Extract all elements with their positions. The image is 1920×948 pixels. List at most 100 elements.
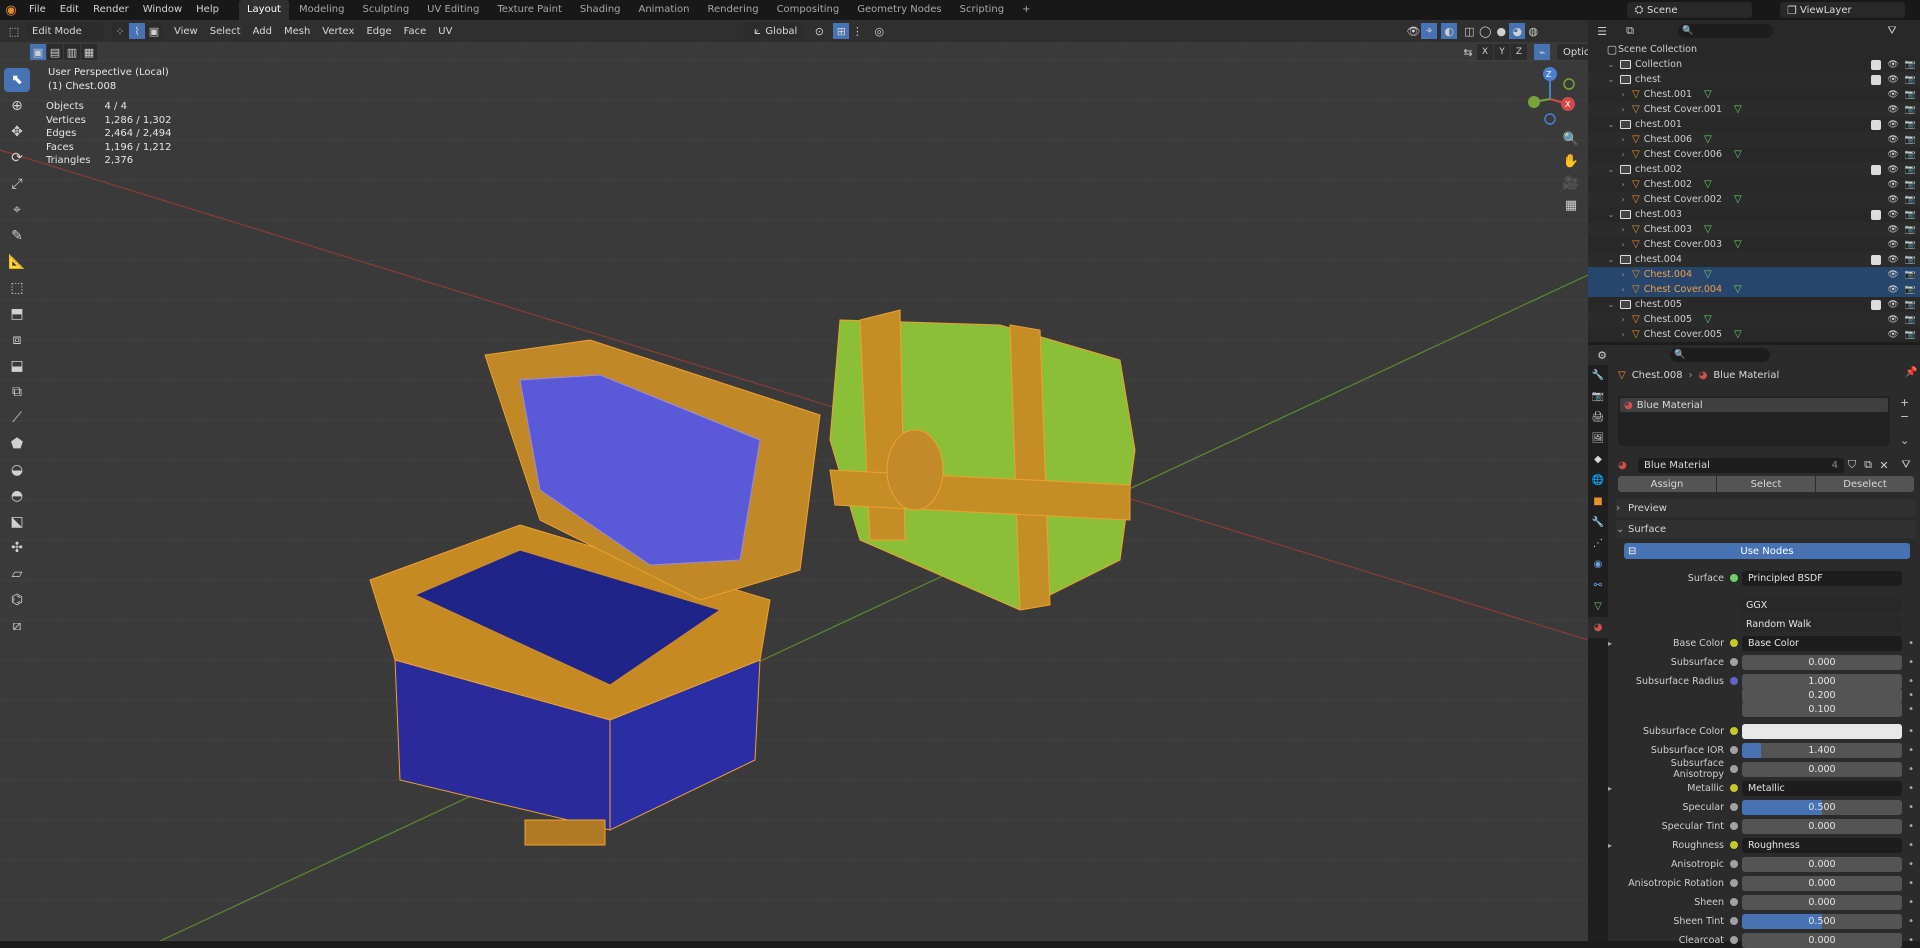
ortho-grid-icon[interactable]: ▦ (1560, 194, 1582, 216)
keyframe-icon[interactable]: • (1908, 840, 1914, 851)
loop-cut-tool[interactable]: ⧉ (4, 380, 30, 404)
chevron-right-icon[interactable]: › (1618, 330, 1628, 339)
mesh-data-icon[interactable]: ▽ (1704, 269, 1712, 280)
camera-icon[interactable]: 📷 (1905, 90, 1916, 100)
expand-icon[interactable]: ▸ (1608, 841, 1620, 850)
remove-slot-button[interactable]: − (1900, 410, 1914, 424)
navigation-gizmo[interactable]: Z X (1520, 64, 1590, 130)
number-slider[interactable]: 0.500 (1742, 799, 1902, 815)
material-tab-icon[interactable]: ◕ (1588, 617, 1608, 638)
keyframe-icon[interactable]: • (1908, 783, 1914, 794)
outliner-collection-row[interactable]: ⌄ chest.001 👁 📷 (1588, 117, 1920, 132)
camera-icon[interactable]: 📷 (1905, 165, 1916, 175)
select-extend-icon[interactable]: ▤ (47, 44, 63, 60)
cursor-tool[interactable]: ⊕ (4, 94, 30, 118)
camera-icon[interactable]: 📷 (1905, 105, 1916, 115)
outliner-object-row[interactable]: › ▽ Chest Cover.004 ▽ 👁 📷 (1588, 282, 1920, 297)
data-tab-icon[interactable]: ▽ (1588, 596, 1608, 617)
menu-file[interactable]: File (22, 0, 53, 20)
viewport-menu-edge[interactable]: Edge (360, 23, 397, 39)
outliner-collection-row[interactable]: ⌄ chest 👁 📷 (1588, 72, 1920, 87)
auto-merge-icon[interactable]: ⌁ (1534, 44, 1550, 60)
keyframe-icon[interactable]: • (1908, 704, 1914, 715)
eye-icon[interactable]: 👁 (1887, 135, 1898, 145)
outliner-collection-row[interactable]: ⌄ chest.003 👁 📷 (1588, 207, 1920, 222)
outliner-object-row[interactable]: › ▽ Chest Cover.005 ▽ 👁 📷 (1588, 327, 1920, 342)
mirror-x-button[interactable]: X (1477, 44, 1493, 60)
smooth-tool[interactable]: ◓ (4, 484, 30, 508)
number-slider[interactable]: 0.500 (1742, 913, 1902, 929)
vertex-select-icon[interactable]: ⁘ (112, 23, 128, 39)
surface-panel-header[interactable]: ⌄ Surface (1616, 520, 1916, 538)
chevron-right-icon[interactable]: › (1618, 225, 1628, 234)
viewport-menu-vertex[interactable]: Vertex (316, 23, 360, 39)
material-shading-icon[interactable]: ◕ (1509, 23, 1526, 39)
rip-tool[interactable]: ⌬ (4, 588, 30, 612)
eye-icon[interactable]: 👁 (1887, 150, 1898, 160)
camera-icon[interactable]: 📷 (1905, 270, 1916, 280)
viewport-menu-face[interactable]: Face (398, 23, 433, 39)
edge-select-icon[interactable]: ⌇ (129, 23, 145, 39)
number-slider[interactable]: 0.000 (1742, 875, 1902, 891)
scene-collection-row[interactable]: ▢ Scene Collection (1588, 42, 1920, 57)
editor-type-icon[interactable]: ⬚ (6, 23, 22, 39)
chevron-right-icon[interactable]: › (1618, 180, 1628, 189)
inset-tool[interactable]: ⧈ (4, 328, 30, 352)
workspace-tab-layout[interactable]: Layout (238, 0, 289, 20)
camera-icon[interactable]: 📷 (1905, 135, 1916, 145)
menu-help[interactable]: Help (189, 0, 226, 20)
add-slot-button[interactable]: + (1900, 396, 1914, 410)
number-slider[interactable]: 0.000 (1742, 654, 1902, 670)
eye-icon[interactable]: 👁 (1887, 285, 1898, 295)
camera-icon[interactable]: 📷 (1905, 330, 1916, 340)
duplicate-icon[interactable]: ⧉ (1860, 457, 1876, 473)
viewport-menu-uv[interactable]: UV (432, 23, 458, 39)
mesh-data-icon[interactable]: ▽ (1704, 224, 1712, 235)
select-new-icon[interactable]: ▣ (30, 44, 46, 60)
world-tab-icon[interactable]: 🌐 (1588, 470, 1608, 491)
proportional-edit-icon[interactable]: ◎ (871, 23, 887, 39)
pivot-icon[interactable]: ⊙ (811, 23, 827, 39)
exclude-checkbox[interactable] (1871, 59, 1882, 70)
eye-icon[interactable]: 👁 (1887, 120, 1898, 130)
add-cube-tool[interactable]: ⬚ (4, 276, 30, 300)
outliner-collection-row[interactable]: ⌄ chest.004 👁 📷 (1588, 252, 1920, 267)
keyframe-icon[interactable]: • (1908, 764, 1914, 775)
outliner-collection-row[interactable]: ⌄ chest.002 👁 📷 (1588, 162, 1920, 177)
chevron-right-icon[interactable]: › (1618, 105, 1628, 114)
exclude-checkbox[interactable] (1871, 74, 1882, 85)
outliner-object-row[interactable]: › ▽ Chest.004 ▽ 👁 📷 (1588, 267, 1920, 282)
unlink-icon[interactable]: ✕ (1876, 457, 1892, 473)
chevron-down-icon[interactable]: ⌄ (1606, 165, 1616, 174)
mirror-y-button[interactable]: Y (1494, 44, 1510, 60)
camera-icon[interactable]: 📷 (1905, 75, 1916, 85)
number-slider[interactable]: 0.000 (1742, 894, 1902, 910)
chevron-right-icon[interactable]: › (1618, 285, 1628, 294)
linked-input-field[interactable]: Roughness (1742, 837, 1902, 853)
measure-tool[interactable]: 📐 (4, 250, 30, 274)
camera-icon[interactable]: 📷 (1905, 300, 1916, 310)
preview-panel-header[interactable]: › Preview (1616, 499, 1916, 517)
camera-icon[interactable]: 📷 (1905, 195, 1916, 205)
rotate-tool[interactable]: ⟳ (4, 146, 30, 170)
pin-icon[interactable]: 📌 (1905, 367, 1917, 378)
menu-edit[interactable]: Edit (53, 0, 86, 20)
material-browse-icon[interactable]: ◕ (1618, 460, 1638, 471)
scale-tool[interactable]: ⤢ (4, 172, 30, 196)
editor-type-icon[interactable]: ☰ (1594, 23, 1610, 39)
camera-view-icon[interactable]: 🎥 (1560, 172, 1582, 194)
eye-icon[interactable]: 👁 (1887, 90, 1898, 100)
extrude-tool[interactable]: ⬒ (4, 302, 30, 326)
outliner-object-row[interactable]: › ▽ Chest.001 ▽ 👁 📷 (1588, 87, 1920, 102)
exclude-checkbox[interactable] (1871, 164, 1882, 175)
knife-tool[interactable]: ⟋ (4, 406, 30, 430)
snap-target-icon[interactable]: ⋮ (849, 23, 865, 39)
mesh-data-icon[interactable]: ▽ (1734, 149, 1742, 160)
mode-selector[interactable]: Edit Mode (26, 23, 104, 39)
link-type-icon[interactable]: ⛛ (1898, 457, 1914, 473)
outliner-collection-row[interactable]: ⌄ Collection 👁 📷 (1588, 57, 1920, 72)
shear-tool[interactable]: ⏥ (4, 562, 30, 586)
slot-menu-chevron-icon[interactable]: ⌄ (1900, 434, 1914, 448)
3d-viewport[interactable] (0, 20, 1588, 941)
exclude-checkbox[interactable] (1871, 299, 1882, 310)
